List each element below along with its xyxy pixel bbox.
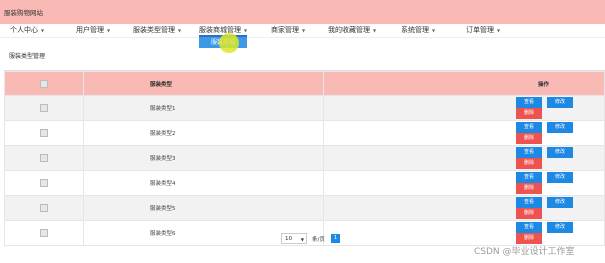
row-checkbox-cell [4, 220, 84, 246]
nav-item-favorites[interactable]: 我的收藏管理 ▼ [328, 25, 376, 35]
delete-button[interactable]: 删除 [516, 108, 542, 119]
top-header-bar: 服装购物网站 [0, 0, 605, 24]
watermark: CSDN @毕业设计工作室 [474, 247, 575, 257]
nav-item-merchant[interactable]: 商家管理 ▼ [271, 25, 305, 35]
chevron-down-icon: ▼ [373, 27, 377, 33]
view-button[interactable]: 查看 [516, 172, 542, 183]
per-page-label: 条/页 [312, 237, 325, 243]
view-button[interactable]: 查看 [516, 222, 542, 233]
row-checkbox[interactable] [40, 229, 48, 237]
nav-item-label: 个人中心 [10, 26, 38, 34]
chevron-down-icon: ▼ [497, 27, 501, 33]
page-title: 服装类型管理 [9, 53, 46, 60]
delete-button[interactable]: 删除 [516, 183, 542, 194]
current-page-button[interactable]: 1 [331, 234, 340, 243]
row-actions: 查看 修改删除 [323, 120, 605, 146]
row-actions: 查看 修改删除 [323, 195, 605, 221]
nav-item-label: 商家管理 [271, 26, 299, 34]
column-header-ops: 操作 [323, 71, 605, 96]
row-checkbox[interactable] [40, 179, 48, 187]
delete-button[interactable]: 删除 [516, 233, 542, 244]
main-nav: 个人中心 ▼ 用户管理 ▼ 服装类型管理 ▼ 服装商城管理 ▼ 商家管理 ▼ 我的收藏管理… [0, 24, 605, 38]
row-checkbox-cell [4, 95, 84, 121]
nav-item-clothing-type[interactable]: 服装类型管理 ▼ [133, 25, 181, 35]
select-all-checkbox[interactable] [40, 79, 48, 88]
row-actions: 查看 修改删除 [323, 145, 605, 171]
site-title: 服装购物网站 [4, 9, 43, 17]
row-name: 服装类型5 [83, 195, 324, 221]
view-button[interactable]: 查看 [516, 97, 542, 108]
nav-item-label: 服装类型管理 [133, 26, 175, 34]
row-actions: 查看 修改删除 [323, 170, 605, 196]
edit-button[interactable]: 修改 [547, 122, 573, 133]
edit-button[interactable]: 修改 [547, 97, 573, 108]
row-checkbox-cell [4, 145, 84, 171]
edit-button[interactable]: 修改 [547, 222, 573, 233]
page-size-select[interactable]: 10 ▼ [281, 233, 307, 244]
select-all-cell [4, 71, 84, 96]
nav-item-label: 系统管理 [401, 26, 429, 34]
nav-item-user-management[interactable]: 用户管理 ▼ [76, 25, 110, 35]
row-name: 服装类型1 [83, 95, 324, 121]
edit-button[interactable]: 修改 [547, 147, 573, 158]
row-checkbox-cell [4, 170, 84, 196]
edit-button[interactable]: 修改 [547, 197, 573, 208]
nav-item-label: 用户管理 [76, 26, 104, 34]
row-checkbox[interactable] [40, 104, 48, 112]
nav-item-system[interactable]: 系统管理 ▼ [401, 25, 435, 35]
data-table: 服装类型 操作 服装类型1 查看 修改删除 服装类型2 查看 修改删除 服装类型… [4, 70, 605, 246]
table-header-row: 服装类型 操作 [4, 71, 605, 96]
row-name: 服装类型2 [83, 120, 324, 146]
row-actions: 查看 修改删除 [323, 95, 605, 121]
chevron-down-icon: ▼ [302, 27, 306, 33]
row-checkbox-cell [4, 195, 84, 221]
row-checkbox[interactable] [40, 129, 48, 137]
nav-item-label: 我的收藏管理 [328, 26, 370, 34]
column-header-name: 服装类型 [83, 71, 324, 96]
view-button[interactable]: 查看 [516, 197, 542, 208]
nav-item-label: 服装商城管理 [199, 26, 241, 34]
row-checkbox-cell [4, 120, 84, 146]
row-actions: 查看 修改删除 [323, 220, 605, 246]
view-button[interactable]: 查看 [516, 122, 542, 133]
delete-button[interactable]: 删除 [516, 208, 542, 219]
chevron-down-icon: ▼ [107, 27, 111, 33]
table-row: 服装类型3 查看 修改删除 [4, 145, 605, 171]
chevron-down-icon: ▼ [432, 27, 436, 33]
page-size-value: 10 [285, 236, 292, 242]
table-row: 服装类型4 查看 修改删除 [4, 170, 605, 196]
row-checkbox[interactable] [40, 154, 48, 162]
view-button[interactable]: 查看 [516, 147, 542, 158]
delete-button[interactable]: 删除 [516, 133, 542, 144]
row-name: 服装类型4 [83, 170, 324, 196]
chevron-down-icon: ▼ [178, 27, 182, 33]
table-row: 服装类型1 查看 修改删除 [4, 95, 605, 121]
chevron-down-icon: ▼ [41, 27, 45, 33]
nav-item-label: 订单管理 [466, 26, 494, 34]
row-checkbox[interactable] [40, 204, 48, 212]
chevron-down-icon: ▼ [300, 237, 304, 242]
nav-item-orders[interactable]: 订单管理 ▼ [466, 25, 500, 35]
chevron-down-icon: ▼ [244, 27, 248, 33]
delete-button[interactable]: 删除 [516, 158, 542, 169]
cursor-highlight [219, 33, 239, 53]
row-name: 服装类型3 [83, 145, 324, 171]
table-row: 服装类型2 查看 修改删除 [4, 120, 605, 146]
nav-item-personal-center[interactable]: 个人中心 ▼ [10, 25, 44, 35]
table-row: 服装类型5 查看 修改删除 [4, 195, 605, 221]
edit-button[interactable]: 修改 [547, 172, 573, 183]
